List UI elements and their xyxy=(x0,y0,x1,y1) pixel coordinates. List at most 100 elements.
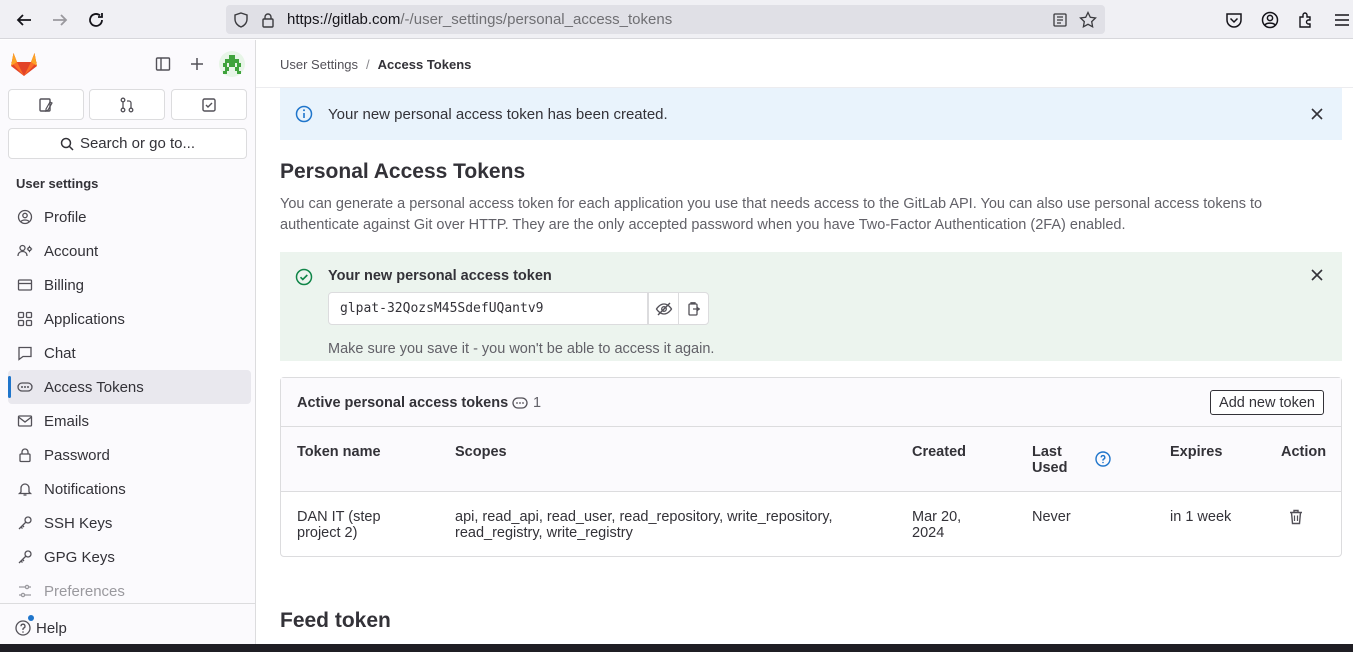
th-expires[interactable]: Expires xyxy=(1170,444,1222,460)
sidebar-heading: User settings xyxy=(16,176,99,191)
token-icon xyxy=(512,397,528,409)
reader-view-icon[interactable] xyxy=(1051,11,1069,29)
sidebar-item-chat[interactable]: Chat xyxy=(8,336,251,370)
th-last-used-line1: Last xyxy=(1032,444,1062,460)
cell-last-used: Never xyxy=(1032,509,1071,525)
issues-icon xyxy=(39,97,53,112)
help-icon xyxy=(15,620,31,636)
browser-toolbar: https://gitlab.com/-/user_settings/perso… xyxy=(0,0,1353,39)
bookmark-star-icon[interactable] xyxy=(1079,11,1097,29)
sidebar-item-notifications[interactable]: Notifications xyxy=(8,472,251,506)
gitlab-logo[interactable] xyxy=(10,51,38,77)
th-scopes[interactable]: Scopes xyxy=(455,444,507,460)
sidebar-item-account[interactable]: Account xyxy=(8,234,251,268)
search-label: Search or go to... xyxy=(79,135,196,152)
merge-requests-button[interactable] xyxy=(89,89,165,120)
cell-created-line2: 2024 xyxy=(912,525,945,541)
sidebar-item-label: Emails xyxy=(44,412,90,430)
extensions-icon[interactable] xyxy=(1295,9,1317,31)
bottom-edge xyxy=(0,644,1353,652)
copy-token-button[interactable] xyxy=(678,292,709,325)
toggle-visibility-button[interactable] xyxy=(648,292,679,325)
close-icon[interactable] xyxy=(1309,106,1325,122)
url-path: /-/user_settings/personal_access_tokens xyxy=(400,11,673,28)
sidebar-item-label: Applications xyxy=(44,310,125,328)
search-icon xyxy=(60,137,74,151)
sidebar-item-password[interactable]: Password xyxy=(8,438,251,472)
sidebar-item-label: Password xyxy=(44,446,110,464)
sidebar-item-emails[interactable]: Emails xyxy=(8,404,251,438)
reload-icon[interactable] xyxy=(84,8,108,32)
copy-icon xyxy=(687,301,700,316)
menu-icon[interactable] xyxy=(1331,9,1353,31)
main-content: User Settings / Access Tokens Your new per… xyxy=(256,40,1353,644)
shield-icon[interactable] xyxy=(232,11,250,29)
sidebar-item-label: Preferences xyxy=(44,582,125,600)
comment-icon xyxy=(16,344,34,362)
address-bar[interactable]: https://gitlab.com/-/user_settings/perso… xyxy=(226,5,1105,34)
cell-created: Mar 20, 2024 xyxy=(912,509,961,541)
page-title: Personal Access Tokens xyxy=(280,160,526,183)
help-label: Help xyxy=(36,619,67,637)
sidebar-item-label: Notifications xyxy=(44,480,126,498)
pocket-icon[interactable] xyxy=(1223,9,1245,31)
token-warning-note: Make sure you save it - you won't be abl… xyxy=(328,341,715,357)
credit-card-icon xyxy=(16,276,34,294)
back-icon[interactable] xyxy=(12,8,36,32)
page-description: You can generate a personal access token… xyxy=(280,196,1263,233)
breadcrumb-separator: / xyxy=(366,57,370,72)
sidebar-item-label: GPG Keys xyxy=(44,548,115,566)
notification-dot xyxy=(28,615,34,621)
sidebar-item-profile[interactable]: Profile xyxy=(8,200,251,234)
breadcrumb: User Settings / Access Tokens xyxy=(280,57,471,72)
lock-icon xyxy=(16,446,34,464)
feed-token-title: Feed token xyxy=(280,609,391,632)
th-last-used[interactable]: Last Used xyxy=(1032,444,1067,476)
breadcrumb-current[interactable]: Access Tokens xyxy=(378,57,472,72)
cell-token-name: DAN IT (step project 2) xyxy=(297,509,381,541)
todos-button[interactable] xyxy=(171,89,247,120)
profile-icon xyxy=(16,208,34,226)
info-alert: Your new personal access token has been … xyxy=(280,88,1342,140)
token-icon xyxy=(16,378,34,396)
search-button[interactable]: Search or go to... xyxy=(8,128,247,159)
issues-button[interactable] xyxy=(8,89,84,120)
sidebar-nav: Profile Account Billing Applications Cha… xyxy=(8,200,251,608)
breadcrumb-parent[interactable]: User Settings xyxy=(280,57,358,72)
todo-icon xyxy=(202,97,216,112)
cell-token-name-line1: DAN IT (step xyxy=(297,509,381,525)
th-token-name[interactable]: Token name xyxy=(297,444,381,460)
sidebar: Search or go to... User settings Profile… xyxy=(0,40,256,652)
active-tokens-card: Active personal access tokens 1 Add new … xyxy=(280,377,1342,557)
add-new-token-button[interactable]: Add new token xyxy=(1210,390,1324,415)
sidebar-item-label: Billing xyxy=(44,276,85,294)
cell-scopes-line1: api, read_api, read_user, read_repositor… xyxy=(455,509,833,525)
sidebar-item-label: Access Tokens xyxy=(44,378,144,396)
create-new-icon[interactable] xyxy=(187,54,207,74)
sidebar-item-ssh-keys[interactable]: SSH Keys xyxy=(8,506,251,540)
sidebar-item-label: Chat xyxy=(44,344,76,362)
account-icon[interactable] xyxy=(1259,9,1281,31)
sidebar-item-gpg-keys[interactable]: GPG Keys xyxy=(8,540,251,574)
sidebar-item-billing[interactable]: Billing xyxy=(8,268,251,302)
token-value-field[interactable]: glpat-32QozsM45SdefUQantv9 xyxy=(328,292,648,325)
th-action: Action xyxy=(1281,444,1327,460)
avatar[interactable] xyxy=(219,51,245,77)
url-text: https://gitlab.com/-/user_settings/perso… xyxy=(287,11,672,28)
lock-icon[interactable] xyxy=(259,11,277,29)
sidebar-item-label: SSH Keys xyxy=(44,514,113,532)
applications-icon xyxy=(16,310,34,328)
forward-icon[interactable] xyxy=(48,8,72,32)
preferences-icon xyxy=(16,582,34,600)
sidebar-item-applications[interactable]: Applications xyxy=(8,302,251,336)
th-last-used-line2: Used xyxy=(1032,460,1068,476)
question-icon[interactable] xyxy=(1095,451,1111,467)
trash-icon[interactable] xyxy=(1287,508,1305,526)
sidebar-toggle-icon[interactable] xyxy=(153,54,173,74)
close-icon[interactable] xyxy=(1309,267,1325,283)
token-count: 1 xyxy=(533,395,542,411)
mail-icon xyxy=(16,412,34,430)
th-created[interactable]: Created xyxy=(912,444,966,460)
new-token-alert: Your new personal access token glpat-32Q… xyxy=(280,252,1342,361)
sidebar-item-access-tokens[interactable]: Access Tokens xyxy=(8,370,251,404)
